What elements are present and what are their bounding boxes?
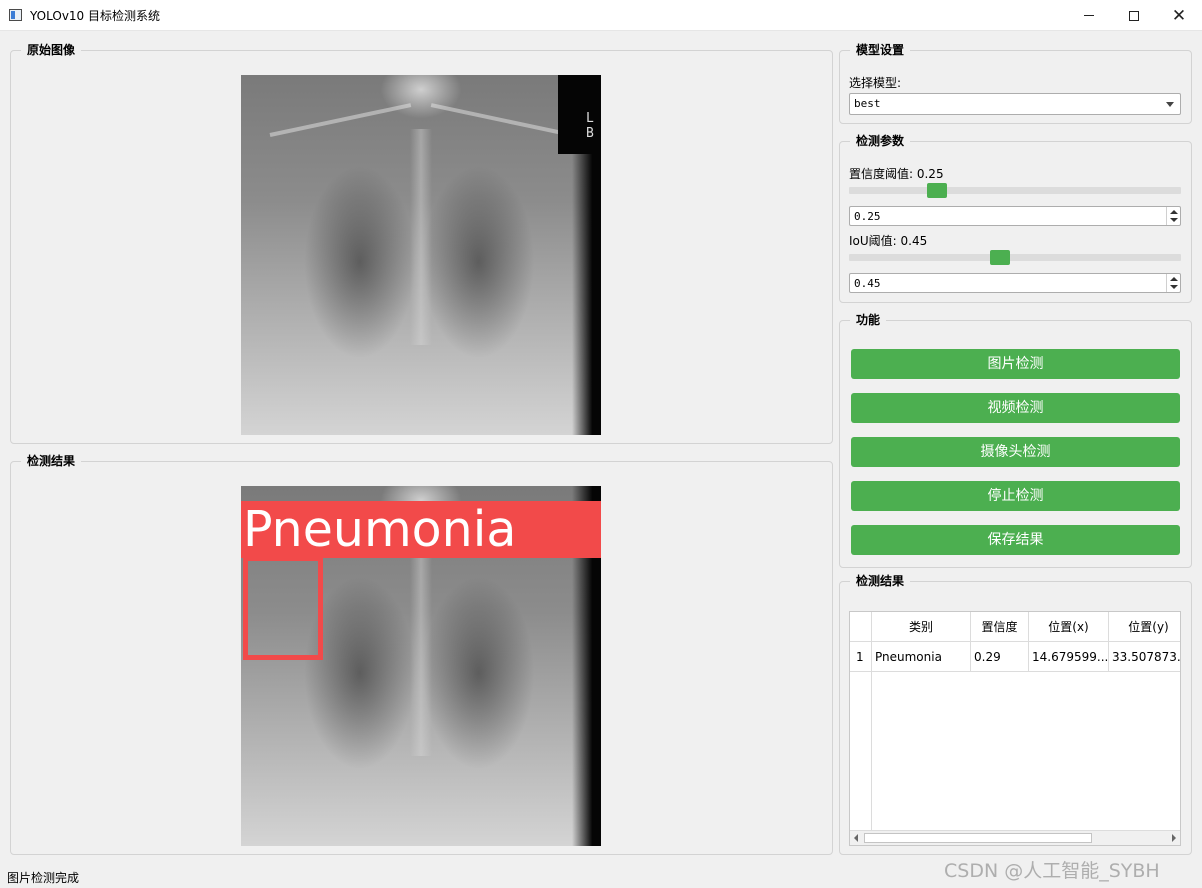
status-bar: 图片检测完成 bbox=[7, 871, 80, 885]
model-settings-title: 模型设置 bbox=[850, 42, 911, 58]
confidence-slider[interactable] bbox=[849, 187, 1181, 194]
confidence-spinbox-value: 0.25 bbox=[854, 210, 881, 223]
confidence-spinbox[interactable]: 0.25 bbox=[849, 206, 1181, 226]
minimize-button[interactable] bbox=[1066, 0, 1112, 31]
stop-detect-button[interactable]: 停止检测 bbox=[851, 481, 1180, 511]
row-index[interactable]: 1 bbox=[850, 642, 872, 672]
title-bar: YOLOv10 目标检测系统 ✕ bbox=[0, 0, 1202, 31]
confidence-slider-handle[interactable] bbox=[927, 183, 947, 198]
detection-box bbox=[243, 556, 323, 660]
minimize-icon bbox=[1084, 15, 1094, 16]
cell-confidence[interactable]: 0.29 bbox=[971, 642, 1029, 672]
close-icon: ✕ bbox=[1171, 5, 1187, 26]
spin-down-icon[interactable] bbox=[1170, 285, 1178, 289]
spin-down-icon[interactable] bbox=[1170, 218, 1178, 222]
iou-slider-handle[interactable] bbox=[990, 250, 1010, 265]
window-title: YOLOv10 目标检测系统 bbox=[30, 9, 161, 23]
results-table[interactable]: 类别 置信度 位置(x) 位置(y) 1 Pneumonia 0.29 14.6… bbox=[849, 611, 1181, 846]
detection-params-title: 检测参数 bbox=[850, 133, 911, 149]
iou-spinbox-value: 0.45 bbox=[854, 277, 881, 290]
camera-detect-button[interactable]: 摄像头检测 bbox=[851, 437, 1180, 467]
iou-label: IoU阈值: 0.45 bbox=[849, 234, 928, 248]
scroll-left-icon[interactable] bbox=[854, 834, 858, 842]
image-detect-button[interactable]: 图片检测 bbox=[851, 349, 1180, 379]
model-select-value: best bbox=[854, 97, 881, 110]
table-corner[interactable] bbox=[850, 612, 872, 642]
result-image-title: 检测结果 bbox=[21, 453, 82, 469]
scrollbar-thumb[interactable] bbox=[864, 833, 1092, 843]
result-image-group: 检测结果 Pneumonia bbox=[10, 453, 833, 855]
image-marker: LB bbox=[585, 111, 594, 141]
column-header-x[interactable]: 位置(x) bbox=[1029, 612, 1109, 642]
close-button[interactable]: ✕ bbox=[1156, 0, 1202, 31]
original-image-group: 原始图像 LB bbox=[10, 42, 833, 444]
functions-title: 功能 bbox=[850, 312, 887, 328]
cell-y[interactable]: 33.507873... bbox=[1109, 642, 1180, 672]
chevron-down-icon bbox=[1166, 102, 1174, 107]
spin-up-icon[interactable] bbox=[1170, 210, 1178, 214]
cell-x[interactable]: 14.679599... bbox=[1029, 642, 1109, 672]
detection-label: Pneumonia bbox=[241, 501, 601, 558]
spin-up-icon[interactable] bbox=[1170, 277, 1178, 281]
watermark: CSDN @人工智能_SYBH bbox=[944, 860, 1160, 882]
video-detect-button[interactable]: 视频检测 bbox=[851, 393, 1180, 423]
app-icon bbox=[9, 9, 22, 21]
result-image: Pneumonia bbox=[241, 486, 601, 846]
horizontal-scrollbar[interactable] bbox=[850, 830, 1180, 845]
column-header-y[interactable]: 位置(y) bbox=[1109, 612, 1180, 642]
original-image: LB bbox=[241, 75, 601, 435]
iou-spinbox[interactable]: 0.45 bbox=[849, 273, 1181, 293]
maximize-button[interactable] bbox=[1111, 0, 1157, 31]
results-title: 检测结果 bbox=[850, 573, 911, 589]
scroll-right-icon[interactable] bbox=[1172, 834, 1176, 842]
original-image-title: 原始图像 bbox=[21, 42, 82, 58]
cell-class[interactable]: Pneumonia bbox=[872, 642, 971, 672]
maximize-icon bbox=[1129, 10, 1139, 21]
column-header-class[interactable]: 类别 bbox=[872, 612, 971, 642]
save-results-button[interactable]: 保存结果 bbox=[851, 525, 1180, 555]
model-select-label: 选择模型: bbox=[849, 76, 902, 90]
column-header-confidence[interactable]: 置信度 bbox=[971, 612, 1029, 642]
confidence-label: 置信度阈值: 0.25 bbox=[849, 167, 944, 181]
model-select[interactable]: best bbox=[849, 93, 1181, 115]
iou-slider[interactable] bbox=[849, 254, 1181, 261]
